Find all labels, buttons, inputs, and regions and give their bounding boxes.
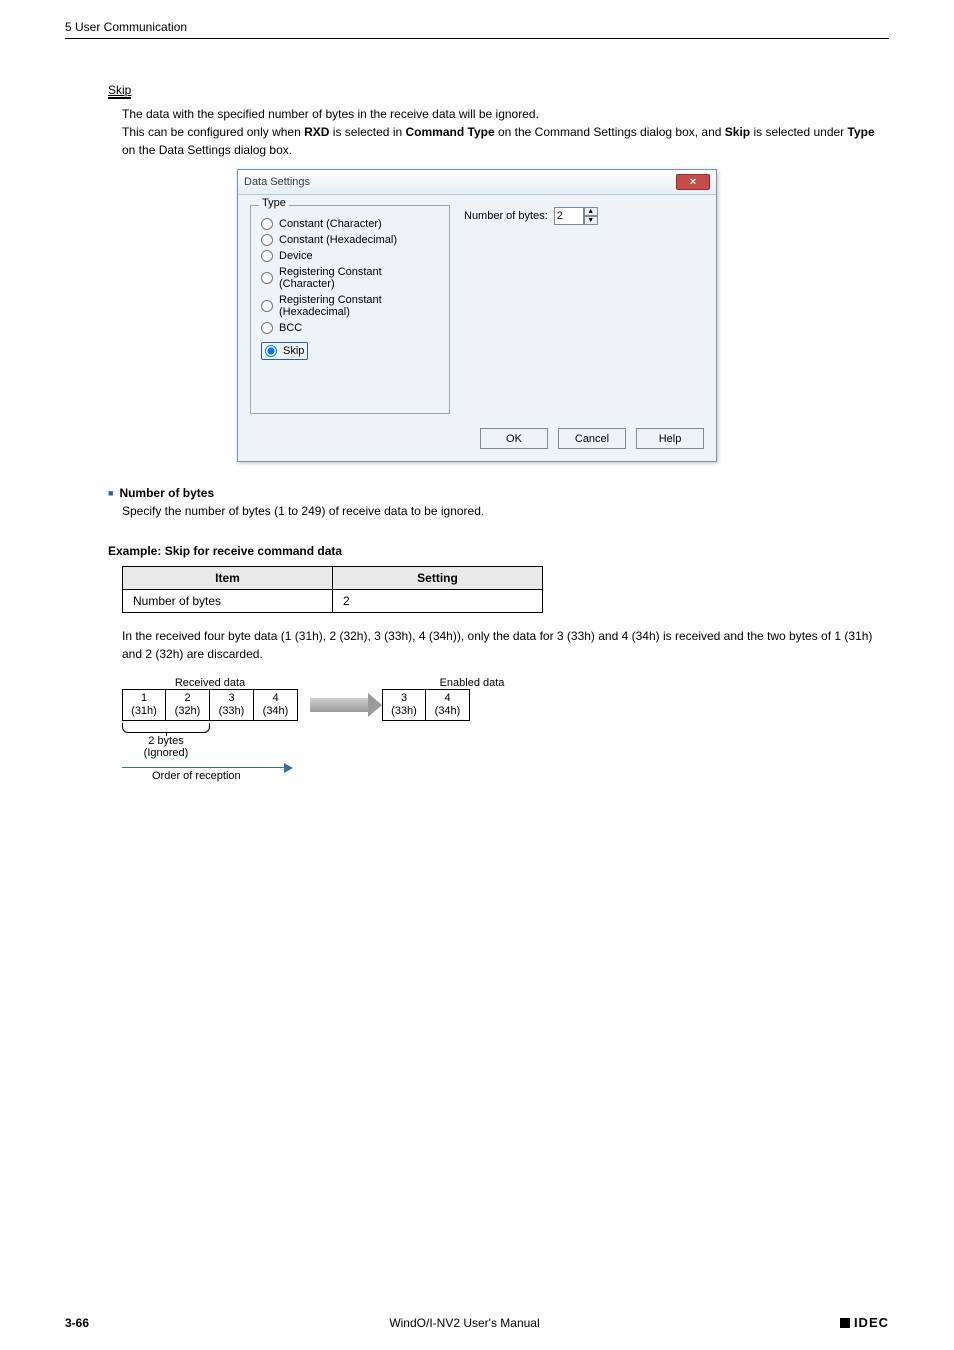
radio-reg-constant-char[interactable]: Registering Constant (Character): [261, 266, 439, 290]
type-legend: Type: [259, 197, 289, 209]
radio-skip[interactable]: Skip: [261, 342, 308, 360]
recv-cell-4: 4(34h): [254, 689, 298, 721]
radio-reg-constant-hex[interactable]: Registering Constant (Hexadecimal): [261, 294, 439, 318]
recv-cell-2: 2(32h): [166, 689, 210, 721]
skip-desc-2: This can be configured only when RXD is …: [122, 123, 879, 159]
recv-cell-1: 1(31h): [122, 689, 166, 721]
spin-up-button[interactable]: ▲: [584, 207, 598, 216]
page-footer: 3-66 WindO/I-NV2 User's Manual IDEC: [0, 1315, 954, 1330]
enab-cell-2: 4(34h): [426, 689, 470, 721]
brace-icon: [122, 723, 210, 733]
example-table: Item Setting Number of bytes 2: [122, 566, 543, 613]
example-td-setting: 2: [333, 590, 543, 613]
skip-desc-1: The data with the specified number of by…: [122, 105, 879, 123]
data-settings-dialog: Data Settings × Type Constant (Character…: [237, 169, 717, 462]
enabled-cells: 3(33h) 4(34h): [382, 689, 470, 721]
brand-logo: IDEC: [840, 1315, 889, 1330]
dialog-title: Data Settings: [244, 176, 310, 188]
page-number: 3-66: [65, 1316, 89, 1330]
order-label: Order of reception: [152, 770, 889, 782]
section-heading: 5 User Communication: [65, 20, 889, 34]
cancel-button[interactable]: Cancel: [558, 428, 626, 449]
order-arrow-icon: [122, 767, 292, 768]
radio-constant-char[interactable]: Constant (Character): [261, 218, 439, 230]
example-th-setting: Setting: [333, 567, 543, 590]
section-rule: [65, 38, 889, 39]
dialog-titlebar: Data Settings ×: [238, 170, 716, 195]
recv-cell-3: 3(33h): [210, 689, 254, 721]
close-button[interactable]: ×: [676, 174, 710, 190]
table-row: Number of bytes 2: [123, 590, 543, 613]
number-of-bytes-input[interactable]: [554, 207, 584, 225]
received-data-label: Received data: [122, 677, 298, 689]
example-td-item: Number of bytes: [123, 590, 333, 613]
received-cells: 1(31h) 2(32h) 3(33h) 4(34h): [122, 689, 298, 721]
enab-cell-1: 3(33h): [382, 689, 426, 721]
radio-device[interactable]: Device: [261, 250, 439, 262]
footer-center: WindO/I-NV2 User's Manual: [389, 1316, 539, 1330]
diagram: Received data Enabled data 1(31h) 2(32h)…: [122, 677, 889, 782]
radio-bcc[interactable]: BCC: [261, 322, 439, 334]
number-of-bytes-heading: ■Number of bytes: [108, 486, 889, 500]
skip-title: Skip: [108, 83, 131, 99]
type-group: Type Constant (Character) Constant (Hexa…: [250, 205, 450, 414]
example-explain: In the received four byte data (1 (31h),…: [122, 627, 879, 663]
radio-constant-hex[interactable]: Constant (Hexadecimal): [261, 234, 439, 246]
help-button[interactable]: Help: [636, 428, 704, 449]
bullet-icon: ■: [108, 488, 113, 498]
brand-square-icon: [840, 1318, 850, 1328]
number-of-bytes-label: Number of bytes:: [464, 210, 548, 222]
enabled-data-label: Enabled data: [428, 677, 516, 689]
example-th-item: Item: [123, 567, 333, 590]
ignored-label: 2 bytes(Ignored): [122, 735, 210, 759]
number-of-bytes-text: Specify the number of bytes (1 to 249) o…: [122, 504, 889, 518]
example-title: Example: Skip for receive command data: [108, 544, 889, 558]
brand-text: IDEC: [854, 1315, 889, 1330]
number-of-bytes-spinner[interactable]: ▲ ▼: [554, 207, 598, 225]
arrow-icon: [310, 698, 370, 712]
ok-button[interactable]: OK: [480, 428, 548, 449]
spin-down-button[interactable]: ▼: [584, 216, 598, 225]
